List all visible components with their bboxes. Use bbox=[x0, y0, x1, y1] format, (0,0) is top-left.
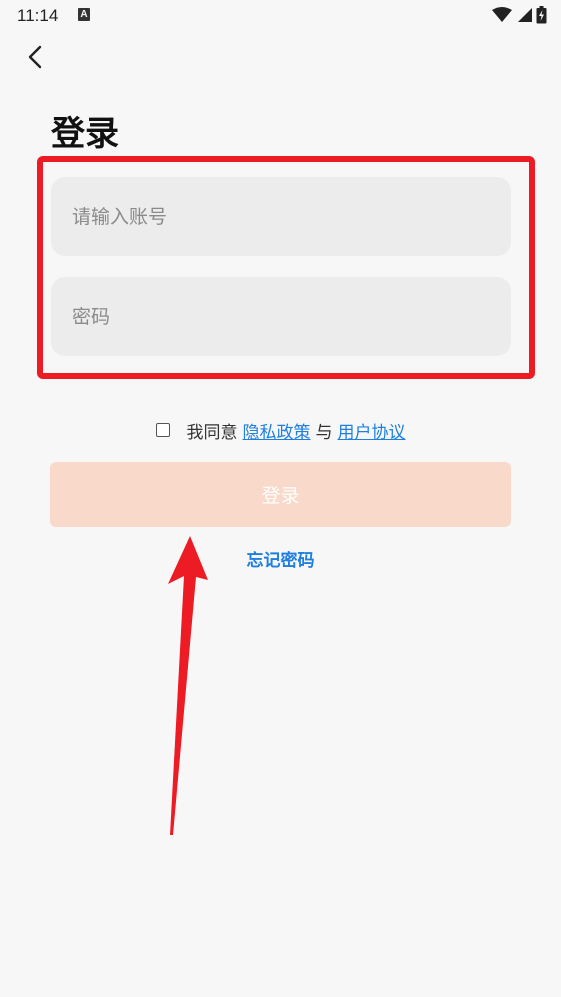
account-field[interactable] bbox=[51, 177, 511, 256]
back-button[interactable] bbox=[18, 40, 52, 74]
agree-checkbox[interactable] bbox=[155, 423, 170, 437]
privacy-policy-link[interactable]: 隐私政策 bbox=[243, 418, 311, 443]
password-input[interactable] bbox=[70, 304, 511, 329]
account-input[interactable] bbox=[70, 204, 511, 229]
annotation-arrow-icon bbox=[168, 536, 208, 835]
login-button[interactable]: 登录 bbox=[50, 462, 511, 527]
notification-a-icon: A bbox=[78, 8, 90, 21]
agree-and-text: 与 bbox=[315, 422, 333, 443]
agreement-row: 我同意 隐私政策 与 用户协议 bbox=[0, 416, 561, 444]
status-icons bbox=[492, 6, 547, 24]
page-title: 登录 bbox=[51, 114, 119, 154]
wifi-icon bbox=[492, 7, 512, 22]
status-time: 11:14 bbox=[17, 6, 59, 25]
forgot-password-link[interactable]: 忘记密码 bbox=[0, 546, 561, 571]
password-field[interactable] bbox=[51, 277, 511, 356]
user-agreement-link[interactable]: 用户协议 bbox=[338, 418, 406, 443]
battery-icon bbox=[536, 6, 547, 24]
chevron-left-icon bbox=[28, 45, 42, 69]
agree-prefix-text: 我同意 bbox=[186, 422, 238, 443]
status-bar: 11:14 A bbox=[0, 0, 561, 32]
cellular-signal-icon bbox=[518, 8, 532, 22]
